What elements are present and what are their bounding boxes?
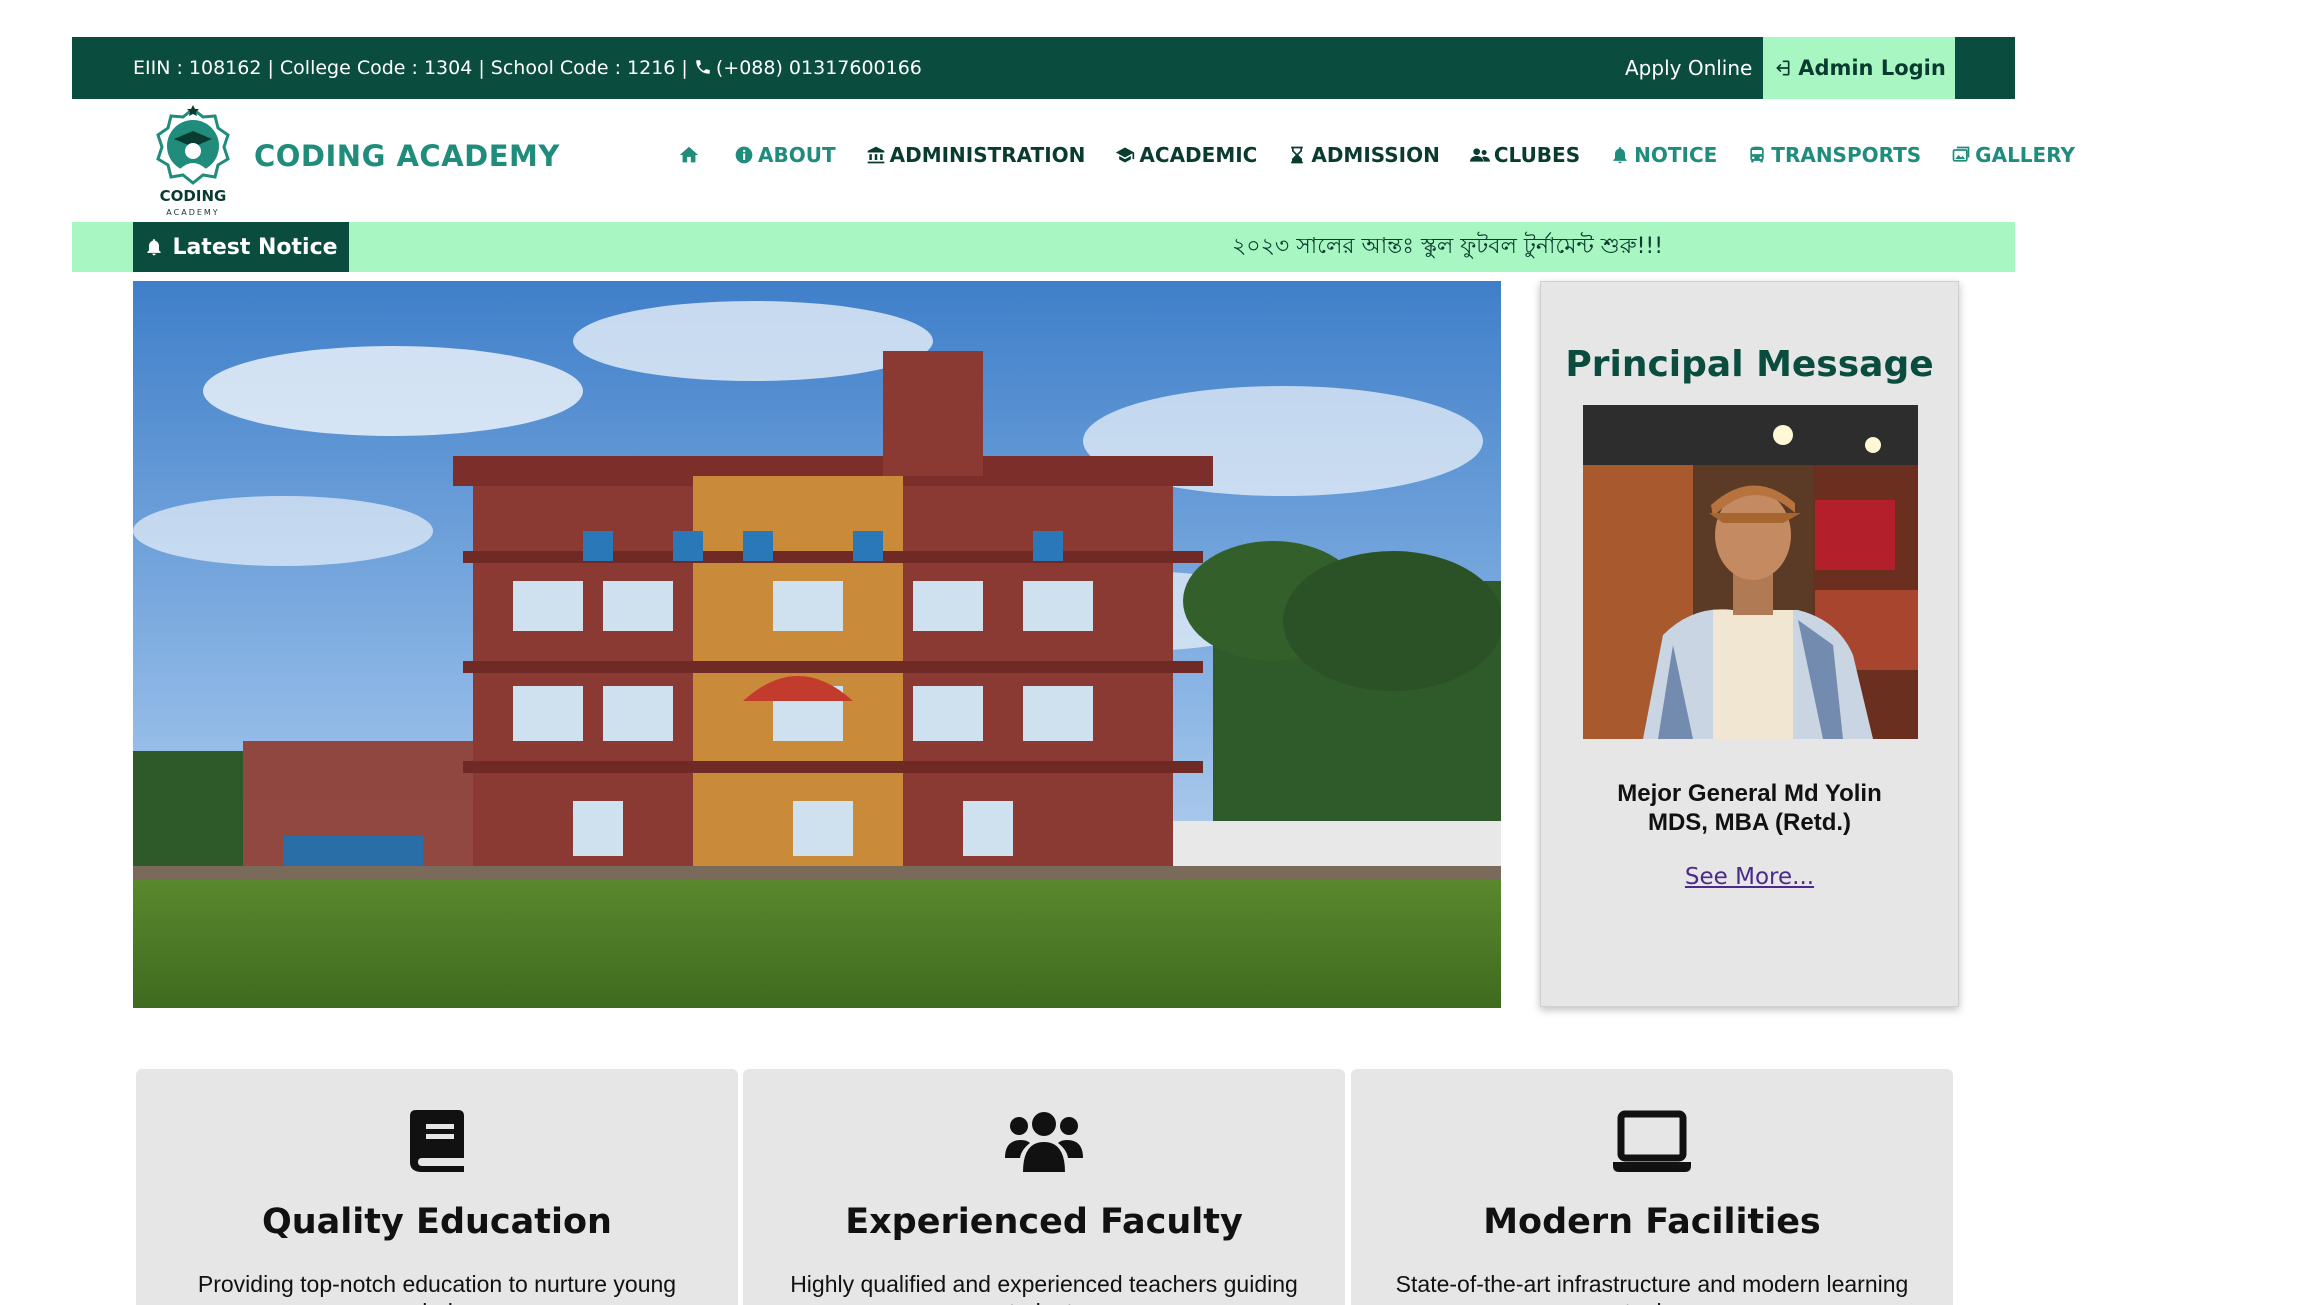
sign-in-icon [1776, 60, 1790, 76]
nav-item-label: TRANSPORTS [1771, 143, 1922, 167]
nav-item-academic[interactable]: ACADEMIC [1115, 143, 1257, 167]
hourglass-icon [1291, 146, 1304, 164]
nav-item-home[interactable] [678, 144, 704, 166]
book-icon [410, 1110, 464, 1172]
logo-emblem-icon: CODING ACADEMY [156, 105, 230, 217]
nav-item-label: ABOUT [758, 143, 836, 167]
site-header: CODING ACADEMY CODING ACADEMY ABOUT ADMI… [72, 99, 2075, 221]
admin-login-button[interactable]: Admin Login [1763, 37, 1955, 99]
principal-portrait [1583, 405, 1918, 739]
nav-item-label: ADMISSION [1311, 143, 1440, 167]
nav-item-admission[interactable]: ADMISSION [1287, 143, 1440, 167]
principal-photo [1583, 405, 1918, 739]
feature-card-experienced-faculty: Experienced Faculty Highly qualified and… [743, 1069, 1345, 1305]
info-icon [735, 146, 753, 164]
bus-icon [1750, 146, 1764, 163]
principal-name-line1: Mejor General Md Yolin [1617, 780, 1882, 807]
academy-logo[interactable]: CODING ACADEMY [152, 103, 234, 219]
nav-item-about[interactable]: ABOUT [734, 143, 836, 167]
home-icon [679, 146, 699, 163]
feature-title: Quality Education [262, 1202, 612, 1242]
laptop-icon [1613, 1110, 1691, 1172]
bell-icon [147, 239, 162, 256]
feature-description: Providing top-notch education to nurture… [197, 1271, 677, 1305]
feature-description: State-of-the-art infrastructure and mode… [1395, 1271, 1909, 1305]
principal-message-title: Principal Message [1565, 344, 1934, 385]
logo-subtext: ACADEMY [166, 208, 219, 217]
feature-title: Experienced Faculty [845, 1202, 1243, 1242]
feature-title: Modern Facilities [1483, 1202, 1821, 1242]
nav-item-label: ACADEMIC [1139, 143, 1258, 167]
nav-item-transports[interactable]: TRANSPORTS [1747, 143, 1921, 167]
bell-icon [1613, 147, 1627, 164]
principal-name-line2: MDS, MBA (Retd.) [1647, 809, 1852, 836]
nav-item-gallery[interactable]: GALLERY [1951, 143, 2075, 167]
notice-message[interactable]: ২০২৩ সালের আন্তঃ স্কুল ফুটবল টুর্নামেন্ট… [1232, 222, 1663, 272]
institution-codes: EIIN : 108162 | College Code : 1304 | Sc… [133, 57, 694, 79]
logo-text: CODING [160, 187, 227, 205]
users-icon [1469, 148, 1490, 162]
top-info-bar: EIIN : 108162 | College Code : 1304 | Sc… [72, 37, 2015, 99]
principal-message-card: Principal Message Mejor General Md Yolin… [1540, 281, 1959, 1007]
graduation-cap-icon [1116, 147, 1135, 163]
latest-notice-label: Latest Notice [133, 222, 349, 272]
feature-card-quality-education: Quality Education Providing top-notch ed… [136, 1069, 738, 1305]
nav-item-label: CLUBES [1493, 143, 1581, 167]
bank-icon [867, 146, 884, 164]
image-icon [1952, 146, 1970, 162]
principal-name: Mejor General Md Yolin MDS, MBA (Retd.) [1541, 779, 1958, 837]
nav-item-clubes[interactable]: CLUBES [1469, 143, 1581, 167]
phone-number: (+088) 01317600166 [715, 57, 922, 79]
feature-description: Highly qualified and experienced teacher… [790, 1271, 1298, 1305]
campus-building-illustration [133, 281, 1501, 1008]
users-icon [1005, 1112, 1083, 1172]
admin-login-label: Admin Login [1798, 56, 1946, 80]
latest-notice-text: Latest Notice [172, 234, 338, 260]
nav-item-label: ADMINISTRATION [889, 143, 1086, 167]
brand-name[interactable]: CODING ACADEMY [254, 139, 560, 173]
nav-item-label: GALLERY [1975, 143, 2076, 167]
campus-hero-image [133, 281, 1501, 1008]
feature-card-modern-facilities: Modern Facilities State-of-the-art infra… [1351, 1069, 1953, 1305]
phone-icon [696, 60, 710, 74]
main-nav: ABOUT ADMINISTRATION ACADEMIC ADMISSION … [678, 143, 2105, 167]
nav-item-notice[interactable]: NOTICE [1610, 143, 1717, 167]
see-more-link[interactable]: See More... [1541, 864, 1958, 890]
notice-ticker: Latest Notice ২০২৩ সালের আন্তঃ স্কুল ফুট… [72, 222, 2015, 272]
apply-online-link[interactable]: Apply Online [1625, 37, 1752, 99]
contact-info: EIIN : 108162 | College Code : 1304 | Sc… [133, 37, 922, 99]
nav-item-administration[interactable]: ADMINISTRATION [866, 143, 1086, 167]
nav-item-label: NOTICE [1634, 143, 1718, 167]
